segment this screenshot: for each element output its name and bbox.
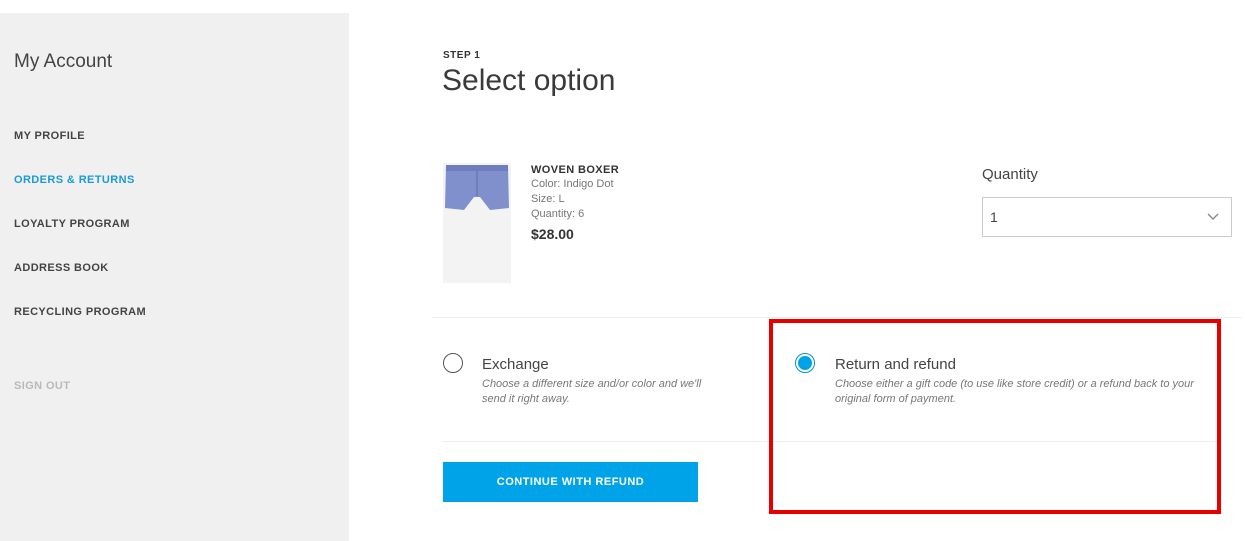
- product-size: Size: L: [531, 193, 565, 205]
- sidebar-item-address-book[interactable]: ADDRESS BOOK: [14, 262, 109, 274]
- product-quantity: Quantity: 6: [531, 208, 585, 220]
- exchange-option-description-line2: send it right away.: [482, 393, 570, 405]
- exchange-radio[interactable]: [443, 353, 463, 373]
- divider-top: [432, 317, 1242, 318]
- sidebar-item-recycling-program[interactable]: RECYCLING PROGRAM: [14, 306, 146, 318]
- step-label: STEP 1: [443, 50, 481, 61]
- account-title: My Account: [14, 51, 113, 72]
- page-title: Select option: [442, 64, 616, 97]
- continue-with-refund-button[interactable]: CONTINUE WITH REFUND: [443, 462, 698, 502]
- exchange-option-title[interactable]: Exchange: [482, 356, 549, 373]
- divider-bottom: [443, 441, 1218, 442]
- chevron-down-icon: [1207, 213, 1219, 220]
- quantity-select[interactable]: 1: [982, 197, 1232, 237]
- exchange-option-description-line1: Choose a different size and/or color and…: [482, 378, 702, 390]
- return-refund-option-description-line2: original form of payment.: [835, 393, 957, 405]
- highlight-box: [769, 319, 1221, 514]
- product-price: $28.00: [531, 226, 574, 242]
- quantity-label: Quantity: [982, 166, 1038, 183]
- sign-out-link[interactable]: SIGN OUT: [14, 380, 70, 392]
- return-refund-option-description-line1: Choose either a gift code (to use like s…: [835, 378, 1194, 390]
- sidebar-item-loyalty-program[interactable]: LOYALTY PROGRAM: [14, 218, 130, 230]
- return-refund-option-title[interactable]: Return and refund: [835, 356, 956, 373]
- sidebar-item-orders-returns[interactable]: ORDERS & RETURNS: [14, 174, 135, 186]
- product-image: [443, 163, 511, 283]
- return-refund-radio[interactable]: [795, 353, 815, 373]
- product-name: WOVEN BOXER: [531, 164, 620, 176]
- account-sidebar: My Account MY PROFILE ORDERS & RETURNS L…: [0, 13, 349, 541]
- quantity-value: 1: [990, 209, 998, 225]
- boxer-shorts-image: [443, 163, 511, 283]
- product-color: Color: Indigo Dot: [531, 178, 614, 190]
- sidebar-item-my-profile[interactable]: MY PROFILE: [14, 130, 85, 142]
